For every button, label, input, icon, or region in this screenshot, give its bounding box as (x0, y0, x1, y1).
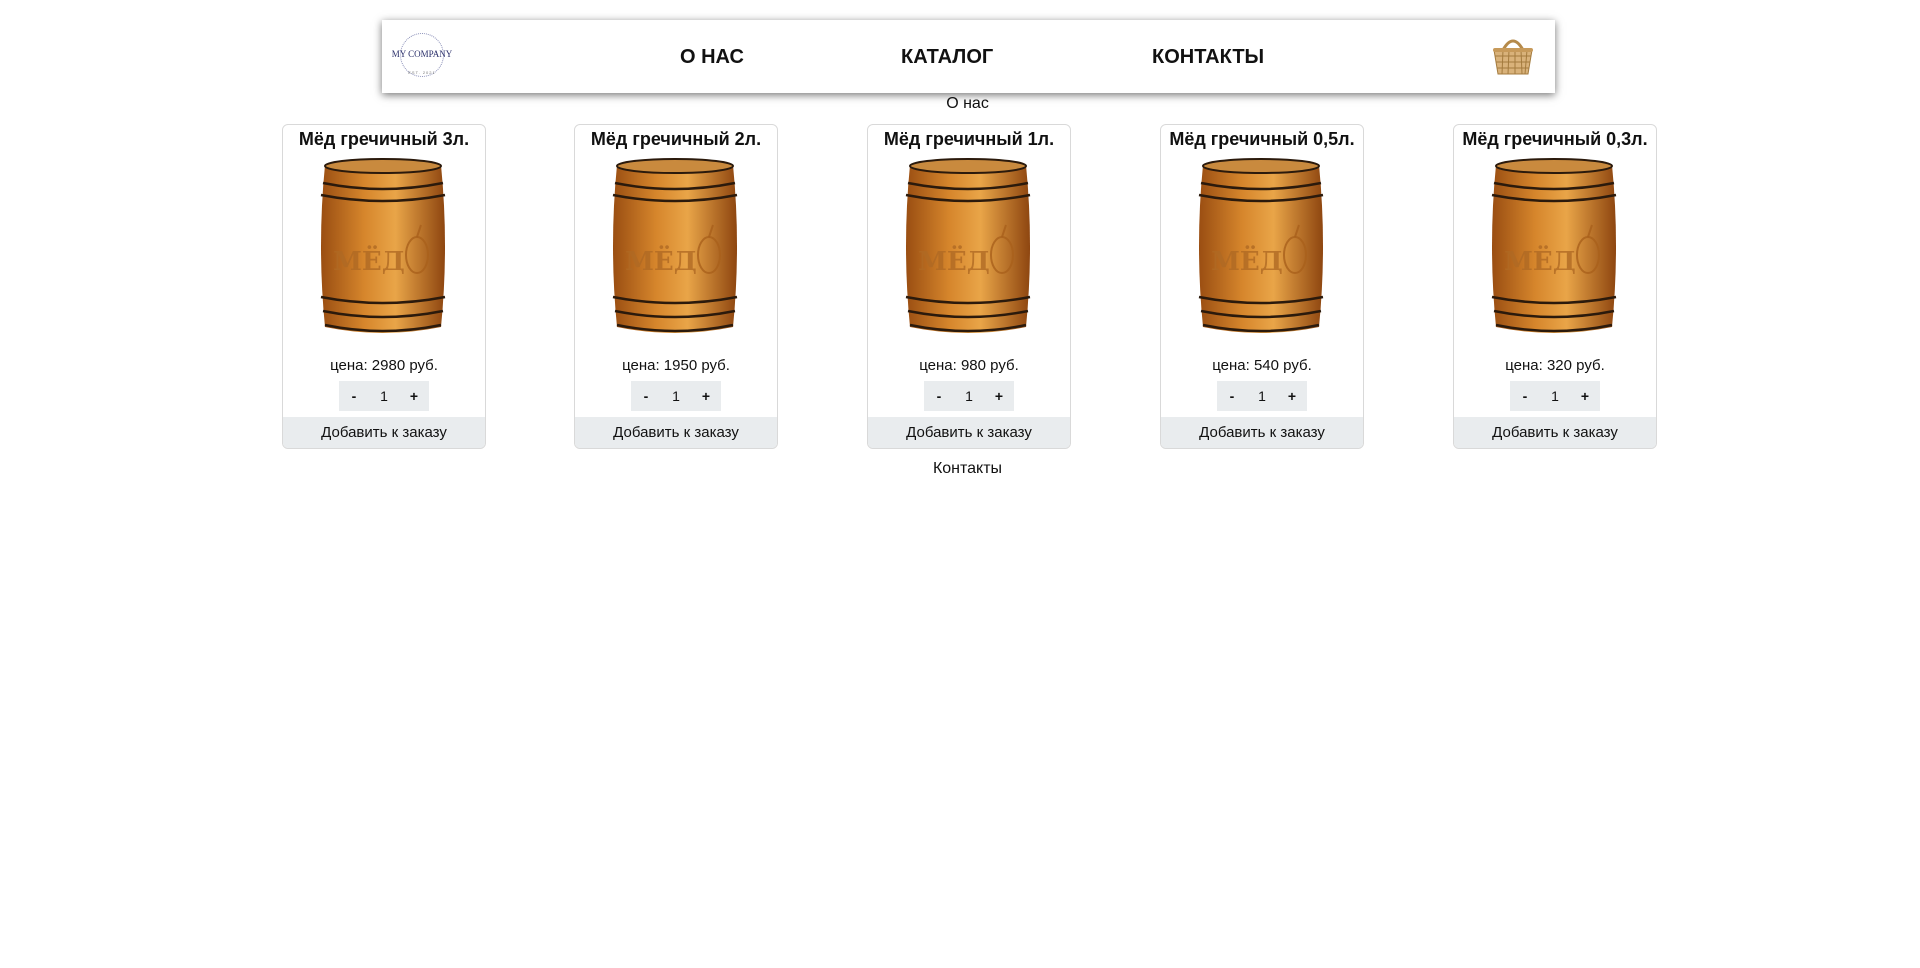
nav-about[interactable]: О НАС (680, 46, 744, 69)
decrease-button[interactable]: - (1510, 388, 1540, 404)
svg-text:МЁД: МЁД (333, 245, 405, 277)
barrel-image: МЁД (1484, 155, 1624, 337)
add-to-order-button[interactable]: Добавить к заказу (1161, 417, 1363, 448)
quantity-value: 1 (1258, 388, 1266, 404)
increase-button[interactable]: + (984, 388, 1014, 404)
quantity-stepper: - 1 + (631, 381, 721, 411)
quantity-value: 1 (380, 388, 388, 404)
add-to-order-button[interactable]: Добавить к заказу (575, 417, 777, 448)
quantity-value: 1 (1551, 388, 1559, 404)
add-to-order-button[interactable]: Добавить к заказу (1454, 417, 1656, 448)
decrease-button[interactable]: - (339, 388, 369, 404)
quantity-value: 1 (965, 388, 973, 404)
decrease-button[interactable]: - (631, 388, 661, 404)
quantity-stepper: - 1 + (339, 381, 429, 411)
svg-text:МЁД: МЁД (1211, 245, 1283, 277)
product-title: Мёд гречичный 0,3л. (1462, 129, 1648, 149)
svg-text:МЁД: МЁД (918, 245, 990, 277)
product-price: цена: 540 руб. (1212, 357, 1312, 374)
product-card: Мёд гречичный 0,3л. МЁД цена: 320 руб. -… (1453, 124, 1657, 449)
product-price: цена: 320 руб. (1505, 357, 1605, 374)
svg-text:МЁД: МЁД (1504, 245, 1576, 277)
barrel-image: МЁД (605, 155, 745, 337)
decrease-button[interactable]: - (1217, 388, 1247, 404)
increase-button[interactable]: + (399, 388, 429, 404)
basket-icon[interactable] (1491, 34, 1535, 76)
product-price: цена: 980 руб. (919, 357, 1019, 374)
decrease-button[interactable]: - (924, 388, 954, 404)
site-header: MY COMPANY EST. 2021 О НАС КАТАЛОГ КОНТА… (382, 20, 1555, 93)
quantity-stepper: - 1 + (1510, 381, 1600, 411)
nav-contacts[interactable]: КОНТАКТЫ (1152, 46, 1264, 69)
nav-catalog[interactable]: КАТАЛОГ (901, 46, 993, 69)
product-card: Мёд гречичный 2л. МЁД цена: 1950 руб. - … (574, 124, 778, 449)
product-price: цена: 2980 руб. (330, 357, 438, 374)
product-title: Мёд гречичный 3л. (298, 129, 470, 149)
product-price: цена: 1950 руб. (622, 357, 730, 374)
increase-button[interactable]: + (1570, 388, 1600, 404)
company-logo[interactable]: MY COMPANY EST. 2021 (390, 32, 454, 82)
product-title: Мёд гречичный 2л. (590, 129, 762, 149)
product-title: Мёд гречичный 1л. (883, 129, 1055, 149)
svg-text:МЁД: МЁД (625, 245, 697, 277)
logo-subtitle: EST. 2021 (408, 70, 436, 75)
logo-name: MY COMPANY (391, 49, 453, 59)
quantity-stepper: - 1 + (924, 381, 1014, 411)
quantity-stepper: - 1 + (1217, 381, 1307, 411)
product-title: Мёд гречичный 0,5л. (1169, 129, 1355, 149)
add-to-order-button[interactable]: Добавить к заказу (283, 417, 485, 448)
quantity-value: 1 (672, 388, 680, 404)
barrel-image: МЁД (1191, 155, 1331, 337)
product-card: Мёд гречичный 1л. МЁД цена: 980 руб. - 1… (867, 124, 1071, 449)
section-contacts-label: Контакты (932, 460, 1003, 477)
increase-button[interactable]: + (691, 388, 721, 404)
barrel-image: МЁД (898, 155, 1038, 337)
product-card: Мёд гречичный 3л. МЁД цена: 2980 руб. - … (282, 124, 486, 449)
barrel-image: МЁД (313, 155, 453, 337)
section-about-label: О нас (946, 95, 989, 112)
product-card: Мёд гречичный 0,5л. МЁД цена: 540 руб. -… (1160, 124, 1364, 449)
increase-button[interactable]: + (1277, 388, 1307, 404)
add-to-order-button[interactable]: Добавить к заказу (868, 417, 1070, 448)
